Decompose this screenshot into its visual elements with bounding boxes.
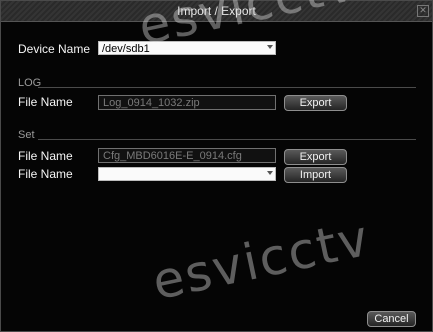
log-file-name-field[interactable]: Log_0914_1032.zip <box>98 95 276 110</box>
import-file-dropdown[interactable] <box>98 167 276 181</box>
cancel-button[interactable]: Cancel <box>367 311 416 327</box>
device-name-dropdown[interactable]: /dev/sdb1 <box>98 41 276 55</box>
set-section-divider <box>38 139 416 140</box>
config-file-name-label: File Name <box>18 149 73 163</box>
device-name-label: Device Name <box>18 42 91 56</box>
dialog-title: Import / Export <box>177 4 256 18</box>
close-icon[interactable]: ✕ <box>417 5 429 17</box>
log-export-button[interactable]: Export <box>284 95 347 111</box>
config-export-button[interactable]: Export <box>284 149 347 165</box>
import-file-name-label: File Name <box>18 167 73 181</box>
chevron-down-icon <box>267 45 273 49</box>
device-name-value: /dev/sdb1 <box>102 43 150 55</box>
log-file-name-label: File Name <box>18 95 73 109</box>
config-file-name-field[interactable]: Cfg_MBD6016E-E_0914.cfg <box>98 148 276 163</box>
import-export-dialog: Import / Export ✕ Device Name /dev/sdb1 … <box>0 0 433 332</box>
chevron-down-icon <box>267 171 273 175</box>
log-section-divider <box>38 87 416 88</box>
dialog-title-bar: Import / Export ✕ <box>1 1 432 22</box>
import-button[interactable]: Import <box>284 167 347 183</box>
set-section-label: Set <box>18 129 35 141</box>
